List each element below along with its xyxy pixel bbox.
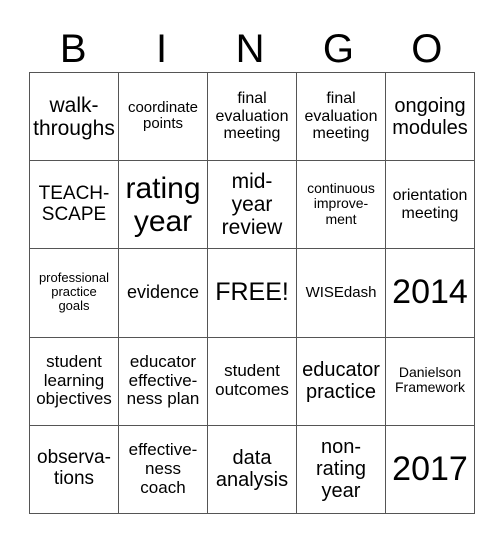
free-space-cell[interactable]: FREE! [207, 248, 297, 338]
bingo-cell[interactable]: TEACH- SCAPE [29, 160, 119, 250]
cell-text: walk- throughs [33, 93, 115, 140]
cell-text: mid- year review [221, 170, 283, 240]
header-letter-o: O [411, 27, 443, 71]
cell-text: student outcomes [215, 361, 289, 399]
header-letter-i: I [156, 27, 168, 71]
board-row: student learning objectives educator eff… [29, 336, 475, 426]
bingo-cell[interactable]: professional practice goals [29, 248, 119, 338]
cell-text: TEACH- SCAPE [38, 182, 110, 225]
cell-text: orientation meeting [392, 186, 468, 222]
bingo-cell[interactable]: student outcomes [207, 336, 297, 426]
cell-text: non- rating year [315, 436, 367, 503]
header-letter-b: B [59, 27, 87, 71]
cell-text: final evaluation meeting [304, 90, 378, 143]
cell-text: 2017 [392, 449, 468, 488]
bingo-cell[interactable]: educator practice [296, 336, 386, 426]
board-row: walk- throughs coordinate points final e… [29, 71, 475, 162]
cell-text: ongoing modules [392, 94, 468, 139]
bingo-cell[interactable]: 2014 [385, 248, 475, 338]
cell-text: coordinate points [127, 98, 199, 133]
bingo-board: walk- throughs coordinate points final e… [29, 71, 475, 515]
free-space-text: FREE! [215, 278, 289, 307]
cell-text: final evaluation meeting [215, 90, 289, 143]
bingo-cell[interactable]: mid- year review [207, 160, 297, 250]
cell-text: Danielson Framework [394, 363, 465, 396]
bingo-cell[interactable]: data analysis [207, 424, 297, 515]
bingo-cell[interactable]: evidence [118, 248, 208, 338]
cell-text: 2014 [392, 273, 468, 312]
cell-text: rating year [125, 171, 201, 238]
header-letter-g: G [322, 27, 354, 71]
bingo-cell[interactable]: continuous improve- ment [296, 160, 386, 250]
bingo-cell[interactable]: final evaluation meeting [207, 71, 297, 162]
board-row: TEACH- SCAPE rating year mid- year revie… [29, 160, 475, 250]
cell-text: educator effective- ness plan [126, 351, 200, 409]
cell-text: WISEdash [305, 283, 377, 301]
board-row: professional practice goals evidence FRE… [29, 248, 475, 338]
bingo-cell[interactable]: effective- ness coach [118, 424, 208, 515]
cell-text: educator practice [302, 359, 380, 404]
bingo-cell[interactable]: Danielson Framework [385, 336, 475, 426]
bingo-cell[interactable]: observa- tions [29, 424, 119, 515]
bingo-cell[interactable]: 2017 [385, 424, 475, 515]
bingo-cell[interactable]: ongoing modules [385, 71, 475, 162]
cell-text: evidence [126, 281, 200, 302]
bingo-cell[interactable]: educator effective- ness plan [118, 336, 208, 426]
cell-text: student learning objectives [36, 351, 112, 409]
header-letter-n: N [235, 27, 265, 71]
bingo-cell[interactable]: final evaluation meeting [296, 71, 386, 162]
cell-text: observa- tions [37, 447, 111, 490]
bingo-cell[interactable]: coordinate points [118, 71, 208, 162]
bingo-cell[interactable]: student learning objectives [29, 336, 119, 426]
bingo-cell[interactable]: walk- throughs [29, 71, 119, 162]
cell-text: effective- ness coach [128, 440, 198, 497]
cell-text: continuous improve- ment [307, 179, 375, 227]
cell-text: professional practice goals [38, 269, 110, 314]
bingo-cell[interactable]: WISEdash [296, 248, 386, 338]
cell-text: data analysis [215, 447, 289, 492]
bingo-header: B I N G O [29, 26, 471, 72]
board-row: observa- tions effective- ness coach dat… [29, 424, 475, 515]
bingo-cell[interactable]: orientation meeting [385, 160, 475, 250]
bingo-cell[interactable]: rating year [118, 160, 208, 250]
bingo-cell[interactable]: non- rating year [296, 424, 386, 515]
